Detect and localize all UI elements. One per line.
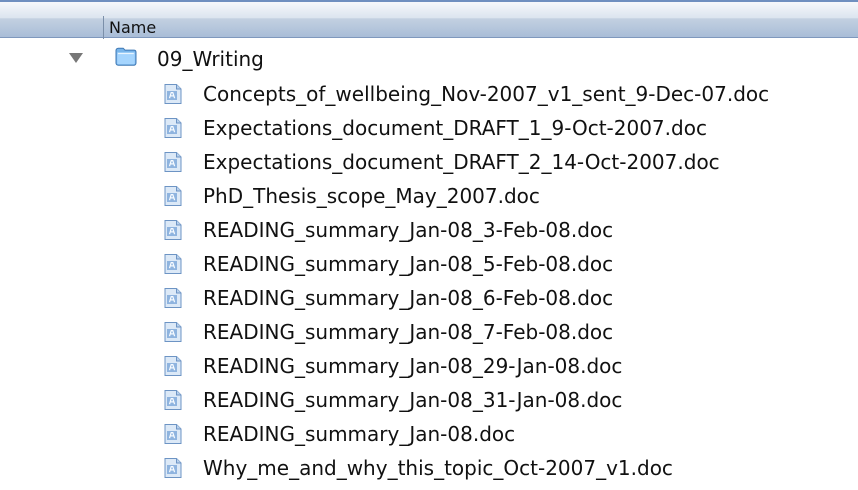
word-document-icon <box>164 458 182 478</box>
file-name: Concepts_of_wellbeing_Nov-2007_v1_sent_9… <box>203 82 770 106</box>
file-row-1[interactable]: Concepts_of_wellbeing_Nov-2007_v1_sent_9… <box>0 79 858 109</box>
folder-icon <box>115 47 137 66</box>
file-row-8[interactable]: READING_summary_Jan-08_7-Feb-08.doc <box>0 317 858 347</box>
column-divider[interactable] <box>103 16 104 39</box>
word-document-icon <box>164 424 182 444</box>
file-row-3[interactable]: Expectations_document_DRAFT_2_14-Oct-200… <box>0 147 858 177</box>
file-row-6[interactable]: READING_summary_Jan-08_5-Feb-08.doc <box>0 249 858 279</box>
file-name: Why_me_and_why_this_topic_Oct-2007_v1.do… <box>203 456 673 480</box>
file-row-5[interactable]: READING_summary_Jan-08_3-Feb-08.doc <box>0 215 858 245</box>
word-document-icon <box>164 288 182 308</box>
word-document-icon <box>164 186 182 206</box>
file-name: PhD_Thesis_scope_May_2007.doc <box>203 184 540 208</box>
column-header[interactable]: Name <box>0 0 858 39</box>
folder-row-09-writing[interactable]: 09_Writing <box>0 43 858 73</box>
file-row-7[interactable]: READING_summary_Jan-08_6-Feb-08.doc <box>0 283 858 313</box>
word-document-icon <box>164 356 182 376</box>
file-name: Expectations_document_DRAFT_1_9-Oct-2007… <box>203 116 707 140</box>
word-document-icon <box>164 84 182 104</box>
file-name: READING_summary_Jan-08.doc <box>203 422 516 446</box>
file-name: READING_summary_Jan-08_31-Jan-08.doc <box>203 388 623 412</box>
file-name: READING_summary_Jan-08_7-Feb-08.doc <box>203 320 614 344</box>
file-row-2[interactable]: Expectations_document_DRAFT_1_9-Oct-2007… <box>0 113 858 143</box>
folder-name: 09_Writing <box>157 47 264 71</box>
disclosure-triangle-expanded-icon[interactable] <box>69 53 83 63</box>
file-name: Expectations_document_DRAFT_2_14-Oct-200… <box>203 150 720 174</box>
name-column-header[interactable]: Name <box>109 19 156 37</box>
file-row-4[interactable]: PhD_Thesis_scope_May_2007.doc <box>0 181 858 211</box>
word-document-icon <box>164 390 182 410</box>
word-document-icon <box>164 322 182 342</box>
file-name: READING_summary_Jan-08_3-Feb-08.doc <box>203 218 614 242</box>
word-document-icon <box>164 254 182 274</box>
finder-list-window: Name 09_Writing Concepts_of_wellbeing_No… <box>0 0 858 490</box>
file-name: READING_summary_Jan-08_6-Feb-08.doc <box>203 286 614 310</box>
file-row-12[interactable]: Why_me_and_why_this_topic_Oct-2007_v1.do… <box>0 453 858 483</box>
word-document-icon <box>164 152 182 172</box>
file-name: READING_summary_Jan-08_29-Jan-08.doc <box>203 354 623 378</box>
word-document-icon <box>164 118 182 138</box>
file-row-10[interactable]: READING_summary_Jan-08_31-Jan-08.doc <box>0 385 858 415</box>
file-row-11[interactable]: READING_summary_Jan-08.doc <box>0 419 858 449</box>
word-document-icon <box>164 220 182 240</box>
file-name: READING_summary_Jan-08_5-Feb-08.doc <box>203 252 614 276</box>
file-row-9[interactable]: READING_summary_Jan-08_29-Jan-08.doc <box>0 351 858 381</box>
